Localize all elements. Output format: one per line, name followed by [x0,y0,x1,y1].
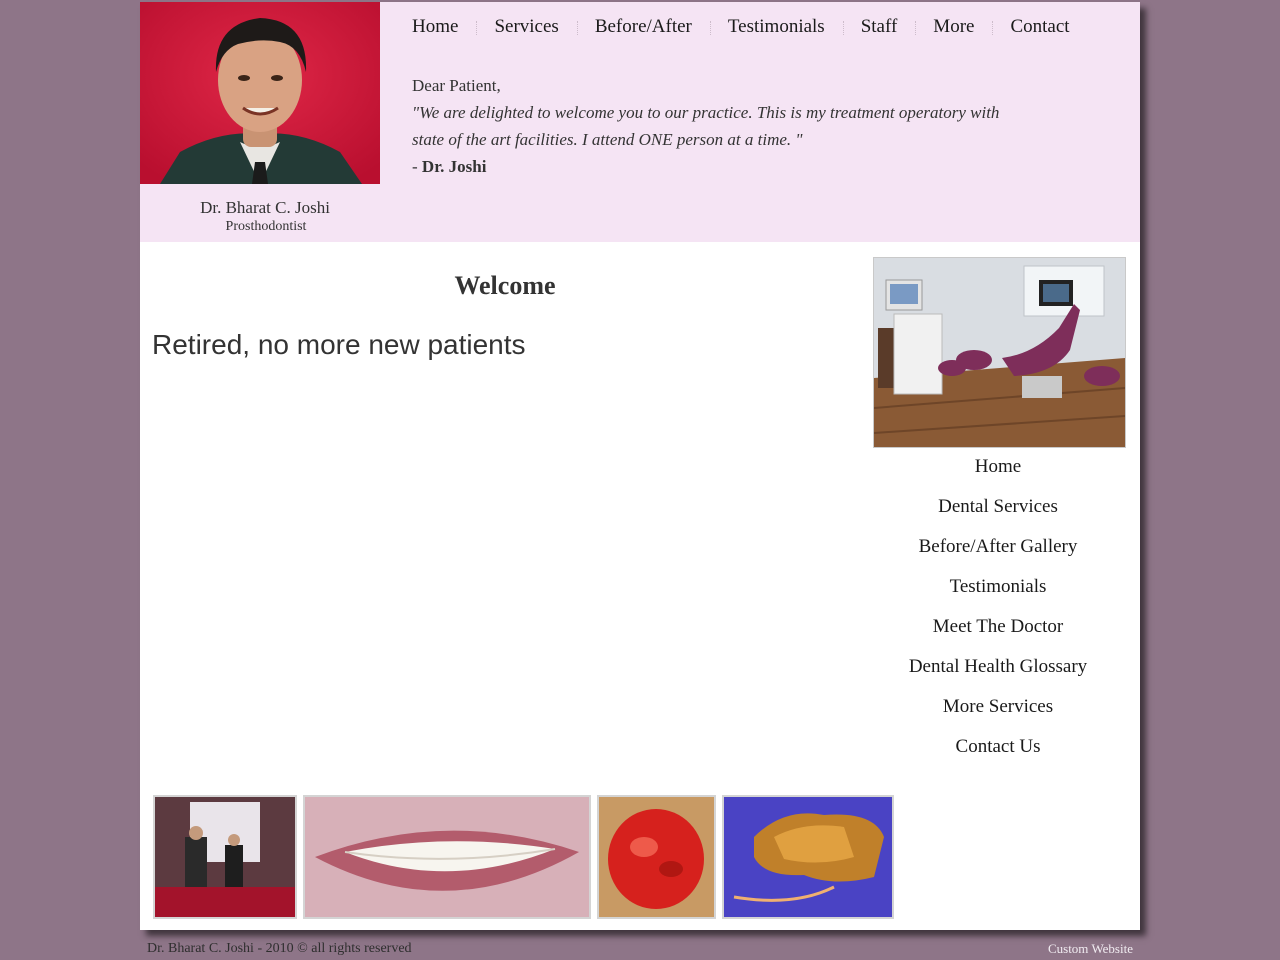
footer-copyright: Dr. Bharat C. Joshi - 2010 © all rights … [147,941,412,956]
smile-photo [303,795,591,919]
side-nav-meet-the-doctor[interactable]: Meet The Doctor [878,616,1118,656]
crown-model-photo [597,795,716,919]
welcome-greeting: Dear Patient, [412,76,501,95]
3d-scan-image [722,795,894,919]
welcome-signature: - Dr. Joshi [412,153,1092,180]
page-container: Dr. Bharat C. Joshi Prosthodontist Home … [140,2,1140,930]
doctor-name: Dr. Bharat C. Joshi [200,198,330,217]
top-nav-services[interactable]: Services [476,16,576,38]
signature-prefix: - [412,157,422,176]
lecture-photo [153,795,297,919]
footer-custom-website-link[interactable]: Custom Website [1048,941,1133,957]
side-nav-dental-services[interactable]: Dental Services [878,496,1118,536]
sidebar-navigation: Home Dental Services Before/After Galler… [878,456,1118,776]
top-nav-before-after[interactable]: Before/After [576,16,710,38]
welcome-quote-line-1: "We are delighted to welcome you to our … [412,103,1000,122]
welcome-quote-line-2: state of the art facilities. I attend ON… [412,130,803,149]
page-title: Welcome [454,271,556,301]
side-nav-dental-health-glossary[interactable]: Dental Health Glossary [878,656,1118,696]
operatory-photo [873,257,1126,448]
top-nav-staff[interactable]: Staff [842,16,916,38]
top-nav-contact[interactable]: Contact [992,16,1087,38]
retirement-notice: Retired, no more new patients [152,329,526,360]
header: Dr. Bharat C. Joshi Prosthodontist Home … [140,2,1140,242]
welcome-note: Dear Patient, "We are delighted to welco… [412,72,1092,180]
signature-name: Dr. Joshi [421,157,487,176]
top-nav-testimonials[interactable]: Testimonials [709,16,843,38]
top-nav-home[interactable]: Home [394,16,476,38]
side-nav-more-services[interactable]: More Services [878,696,1118,736]
side-nav-testimonials[interactable]: Testimonials [878,576,1118,616]
side-nav-home[interactable]: Home [878,456,1118,496]
top-navigation: Home Services Before/After Testimonials … [394,15,1088,39]
side-nav-before-after-gallery[interactable]: Before/After Gallery [878,536,1118,576]
top-nav-more[interactable]: More [915,16,992,38]
doctor-title: Prosthodontist [225,219,307,234]
side-nav-contact-us[interactable]: Contact Us [878,736,1118,776]
doctor-portrait-photo [140,2,380,184]
